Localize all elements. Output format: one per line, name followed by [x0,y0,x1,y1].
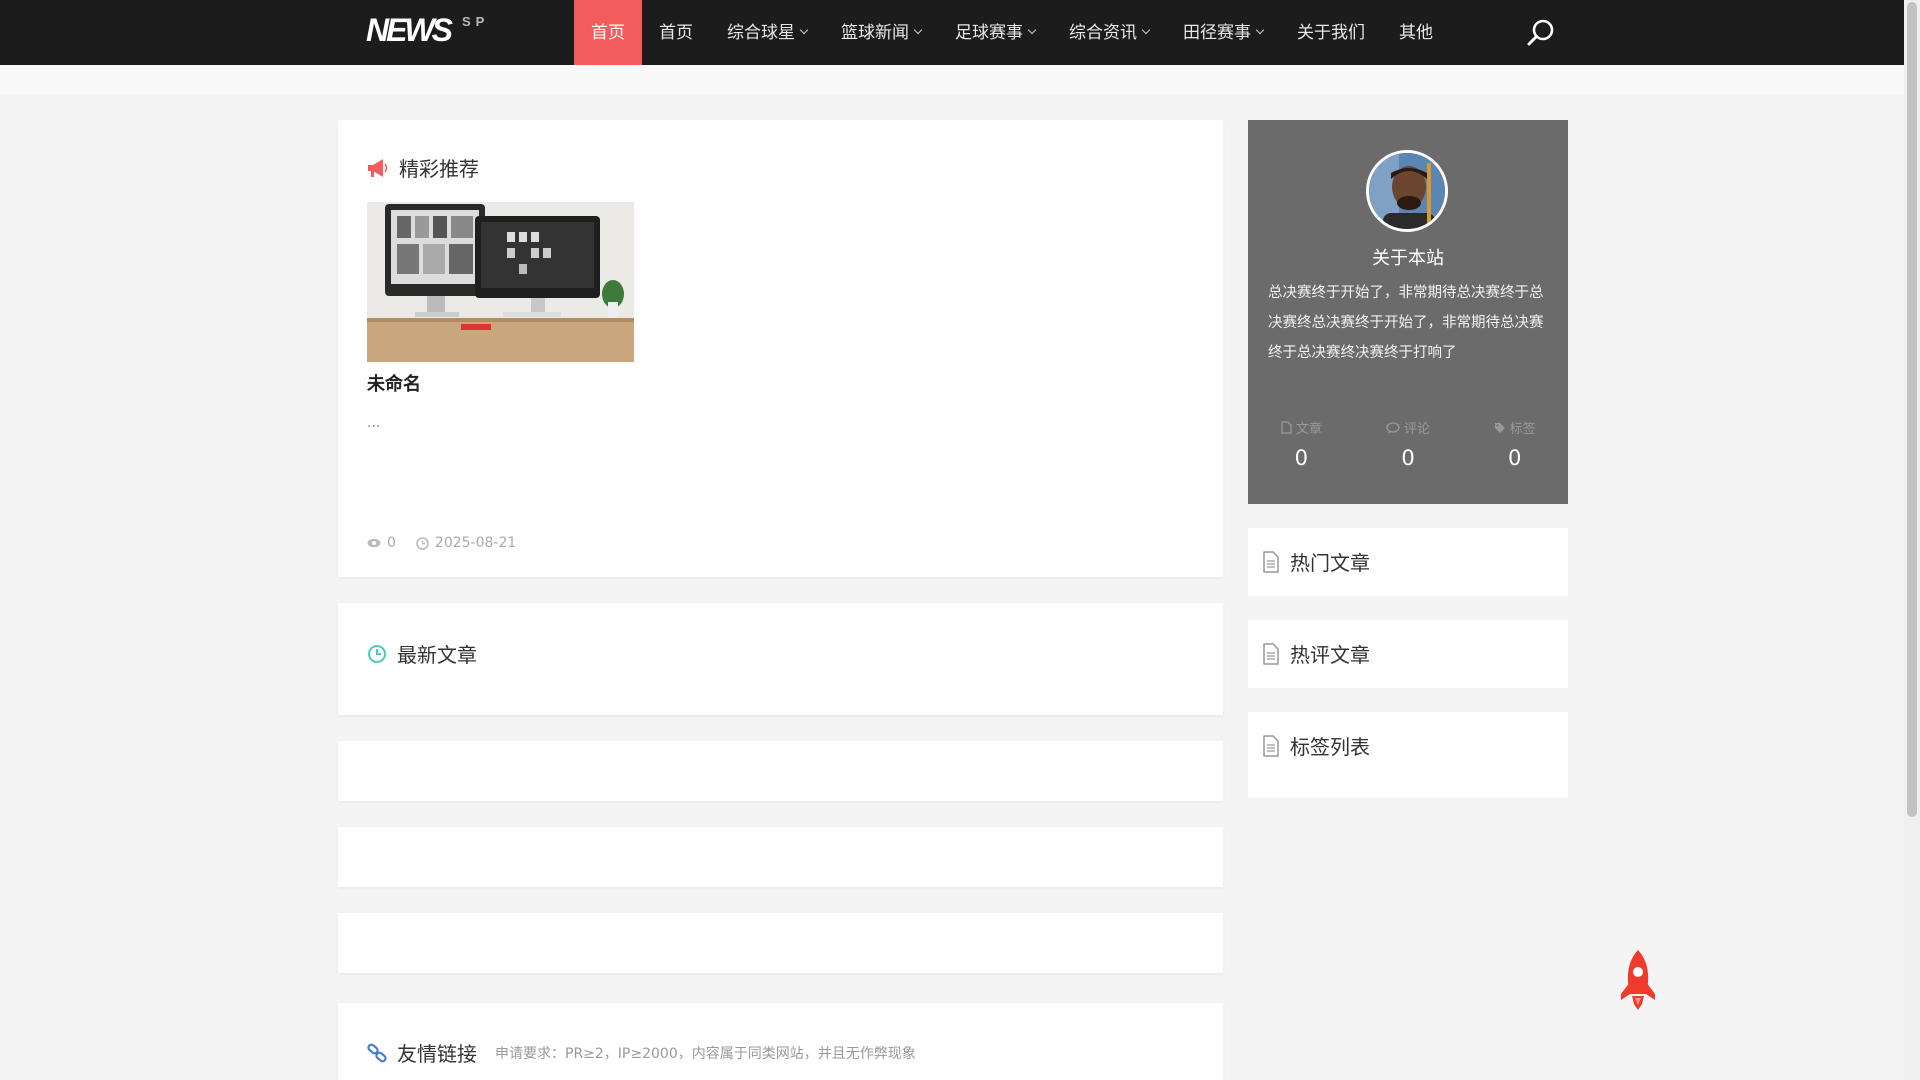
article-list-item[interactable] [338,827,1223,887]
stat-label-articles: 文章 [1295,422,1322,437]
article-thumbnail[interactable] [367,202,634,362]
clock-icon [416,536,429,550]
hot-comments-title: 热评文章 [1290,643,1370,667]
views-meta: 0 [367,535,396,551]
latest-heading: 最新文章 [367,639,477,668]
nav-label: 关于我们 [1297,22,1365,43]
document-icon [1263,734,1279,757]
latest-panel: 最新文章 [338,603,1223,715]
stat-comments[interactable]: 评论 0 [1355,418,1462,470]
megaphone-icon [368,158,388,177]
sub-bar [0,65,1904,95]
tag-list-box: 标签列表 [1248,712,1568,798]
hot-comments-box: 热评文章 [1248,620,1568,688]
link-icon [367,1043,387,1062]
nav-item-about[interactable]: 关于我们 [1280,0,1382,65]
stat-value-articles: 0 [1294,446,1309,470]
nav-item-other[interactable]: 其他 [1382,0,1450,65]
stat-value-comments: 0 [1401,445,1415,470]
scrollbar-thumb[interactable] [1907,2,1917,817]
nav-label: 篮球新闻 [841,22,909,43]
hot-articles-heading[interactable]: 热门文章 [1262,547,1370,576]
chevron-down-icon [1027,25,1037,35]
featured-panel: 精彩推荐 未命名 ... 0 2025-08-21 [338,120,1223,577]
hot-articles-title: 热门文章 [1290,551,1370,575]
hot-articles-box: 热门文章 [1248,528,1568,596]
nav-label: 首页 [591,22,625,43]
nav-item-football[interactable]: 足球赛事 [938,0,1052,65]
about-card: 关于本站 总决赛终于开始了，非常期待总决赛终于总决赛终总决赛终于开始了，非常期待… [1248,120,1568,504]
about-title: 关于本站 [1372,248,1444,269]
comment-icon [1386,421,1400,434]
friend-links-title: 友情链接 [397,1042,477,1066]
nav-label: 首页 [659,22,693,43]
nav-item-athletics[interactable]: 田径赛事 [1166,0,1280,65]
logo-sub-text: SP [462,14,490,29]
nav-label: 田径赛事 [1183,22,1251,43]
about-description: 总决赛终于开始了，非常期待总决赛终于总决赛终总决赛终于开始了，非常期待总决赛终于… [1268,285,1544,361]
stat-tags[interactable]: 标签 0 [1461,418,1568,470]
friend-links-panel: 友情链接 申请要求：PR≥2，IP≥2000，内容属于同类网站，并且无作弊现象 [338,1003,1223,1080]
nav-label: 其他 [1399,22,1433,43]
clock-icon [368,644,386,663]
site-logo[interactable]: NEWS SP [366,14,489,46]
stat-value-tags: 0 [1507,445,1522,470]
views-count: 0 [387,535,396,551]
featured-heading: 精彩推荐 [367,153,479,182]
search-icon[interactable] [1525,17,1557,49]
site-stats: 文章 0 评论 0 标签 0 [1248,418,1568,470]
logo-main-text: NEWS [366,12,453,48]
nav-label: 综合球星 [727,22,795,43]
chevron-down-icon [1141,25,1151,35]
friend-links-heading: 友情链接 申请要求：PR≥2，IP≥2000，内容属于同类网站，并且无作弊现象 [367,1038,916,1067]
stat-label-comments: 评论 [1404,422,1431,437]
document-icon [1263,642,1279,665]
article-list-item[interactable] [338,913,1223,973]
latest-title: 最新文章 [397,643,477,667]
avatar[interactable] [1366,150,1448,232]
nav-item-basketball[interactable]: 篮球新闻 [824,0,938,65]
article-title[interactable]: 未命名 [367,370,421,396]
friend-links-note: 申请要求：PR≥2，IP≥2000，内容属于同类网站，并且无作弊现象 [495,1045,916,1062]
article-date: 2025-08-21 [434,535,517,551]
nav-label: 综合资讯 [1069,22,1137,43]
nav-item-home-active[interactable]: 首页 [574,0,642,65]
stat-articles[interactable]: 文章 0 [1248,418,1355,470]
file-icon [1281,421,1292,434]
top-navbar: NEWS SP 首页 首页 综合球星 篮球新闻 足球赛事 综合资讯 田径赛事 关… [0,0,1904,65]
date-meta: 2025-08-21 [416,535,516,551]
article-meta: 0 2025-08-21 [367,535,536,551]
article-list-item[interactable] [338,741,1223,801]
document-icon [1263,550,1279,573]
article-excerpt: ... [367,415,381,431]
stat-label-tags: 标签 [1509,422,1536,437]
eye-icon [367,538,381,548]
chevron-down-icon [1255,25,1265,35]
nav-item-news[interactable]: 综合资讯 [1052,0,1166,65]
nav-item-stars[interactable]: 综合球星 [710,0,824,65]
chevron-down-icon [913,25,923,35]
page-scrollbar[interactable] [1904,0,1920,1080]
tag-icon [1494,422,1505,433]
main-nav: 首页 首页 综合球星 篮球新闻 足球赛事 综合资讯 田径赛事 关于我们 其他 [574,0,1450,65]
featured-title: 精彩推荐 [399,157,479,181]
nav-item-home[interactable]: 首页 [642,0,710,65]
chevron-down-icon [799,25,809,35]
hot-comments-heading[interactable]: 热评文章 [1262,639,1370,668]
nav-label: 足球赛事 [955,22,1023,43]
tag-list-heading[interactable]: 标签列表 [1262,731,1370,760]
back-to-top-rocket-icon[interactable] [1617,948,1659,1012]
tag-list-title: 标签列表 [1290,735,1370,759]
